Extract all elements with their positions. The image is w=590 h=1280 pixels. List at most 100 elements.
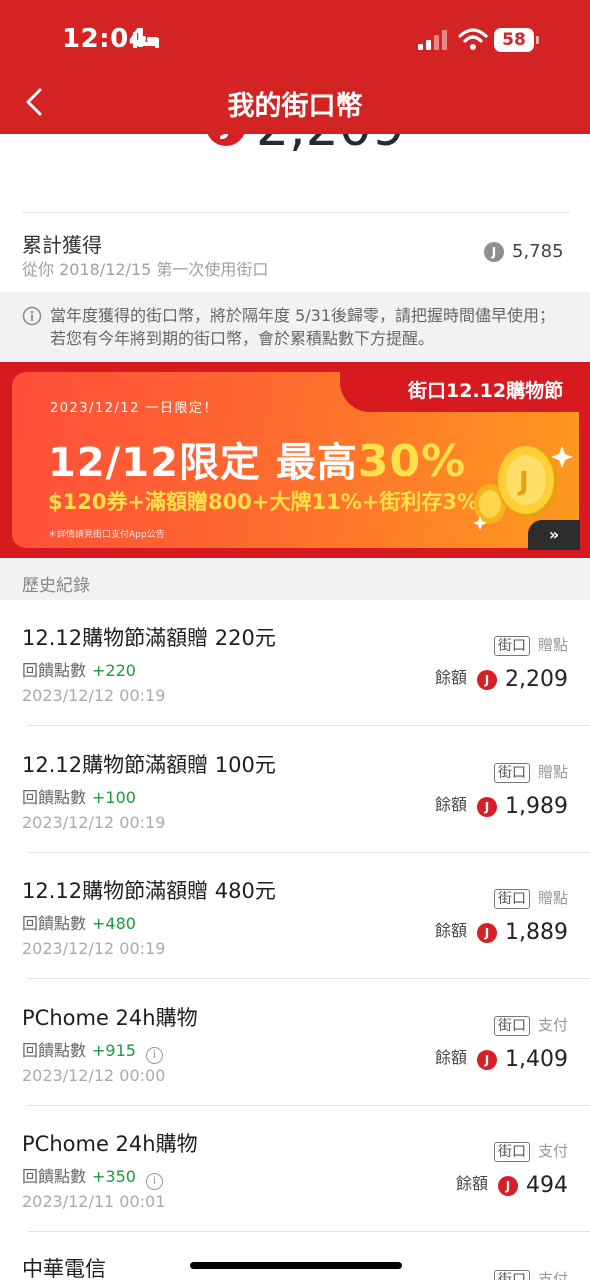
record-type: 贈點 xyxy=(537,889,568,907)
record-title: 中華電信 xyxy=(22,1257,106,1280)
promo-subtitle: $120券+滿額贈800+大牌11%+街利存3% xyxy=(48,490,478,514)
record-balance-label: 餘額 xyxy=(435,794,468,814)
info-icon[interactable]: i xyxy=(145,1046,163,1064)
record-tags: 街口 支付 xyxy=(493,1014,568,1036)
info-icon[interactable]: i xyxy=(145,1173,163,1190)
record-meta-label: 回饋點數 xyxy=(22,1040,87,1060)
history-record[interactable]: PChome 24h購物回饋點數 +915 i 2023/12/12 00:00 街口支… xyxy=(0,980,590,1106)
record-type: 贈點 xyxy=(537,762,568,781)
accumulated-since: 從你 2018/12/15 第一次使用街口 xyxy=(22,260,269,279)
record-meta: 回饋點數 +100 xyxy=(22,784,136,808)
record-balance: 餘額 J 2,209 xyxy=(435,664,568,692)
record-meta-label: 回饋點數 xyxy=(22,1167,87,1186)
signal-icon xyxy=(418,30,447,50)
record-tag: 街口 xyxy=(493,1142,530,1162)
record-meta-label: 回饋點數 xyxy=(22,661,87,680)
record-balance-value: 2,209 xyxy=(505,667,568,692)
balance-value: 2,209 xyxy=(256,134,405,158)
record-balance-value: 494 xyxy=(526,1173,568,1198)
battery-level: 58 xyxy=(494,28,534,52)
record-date: 2023/12/12 00:19 xyxy=(22,812,166,832)
battery-icon: 58 xyxy=(494,28,540,52)
promo-headline: 12/12限定 最高30% xyxy=(48,436,467,487)
record-balance: 餘額 J 494 xyxy=(456,1170,568,1198)
record-date: 2023/12/12 00:00 xyxy=(22,1065,166,1085)
record-tags: 街口 支付 xyxy=(493,1268,568,1280)
record-date: 2023/12/11 00:01 xyxy=(22,1192,166,1211)
coin-icon: J xyxy=(477,923,498,943)
coin-icon: J xyxy=(206,134,246,146)
history-title: 歷史紀錄 xyxy=(22,576,90,596)
record-tags: 街口 贈點 xyxy=(493,887,568,909)
record-meta-label: 回饋點數 xyxy=(22,787,87,807)
record-balance: 餘額 J 1,889 xyxy=(435,917,568,945)
record-amount: +480 xyxy=(92,914,136,933)
record-meta-label: 回饋點數 xyxy=(22,914,87,933)
record-balance: 餘額 J 1,409 xyxy=(435,1044,568,1072)
record-title: PChome 24h購物 xyxy=(22,1132,198,1156)
accumulated-value: 5,785 xyxy=(512,241,564,262)
record-balance-label: 餘額 xyxy=(435,1047,468,1067)
record-tags: 街口 支付 xyxy=(493,1140,568,1162)
divider xyxy=(22,212,570,213)
record-tags: 街口 贈點 xyxy=(493,634,568,656)
record-meta: 回饋點數 +480 xyxy=(22,910,136,934)
record-amount: +915 xyxy=(92,1040,136,1060)
record-type: 支付 xyxy=(537,1142,568,1160)
record-balance-value: 1,989 xyxy=(505,793,568,819)
record-tag: 街口 xyxy=(493,1015,530,1036)
record-title: PChome 24h購物 xyxy=(22,1005,198,1030)
record-amount: +350 xyxy=(92,1167,136,1186)
history-header: 歷史紀錄 xyxy=(0,558,590,600)
record-balance-label: 餘額 xyxy=(435,668,468,687)
history-record[interactable]: PChome 24h購物回饋點數 +350 i 2023/12/11 00:01 街口支… xyxy=(0,1106,590,1232)
record-title: 12.12購物節滿額贈 100元 xyxy=(22,752,276,777)
record-balance: 餘額 J 1,989 xyxy=(435,791,568,819)
coin-icon: J xyxy=(477,796,498,817)
record-type: 贈點 xyxy=(537,636,568,654)
record-title: 12.12購物節滿額贈 480元 xyxy=(22,879,276,903)
divider xyxy=(28,1231,590,1232)
history-record[interactable]: 12.12購物節滿額贈 100元 回饋點數 +100 2023/12/12 00:19… xyxy=(0,727,590,853)
wifi-icon xyxy=(458,28,488,50)
record-balance-label: 餘額 xyxy=(435,921,468,940)
bed-icon xyxy=(133,32,159,48)
record-amount: +220 xyxy=(92,661,136,680)
expiry-notice: 當年度獲得的街口幣，將於隔年度 5/31後歸零，請把握時間儘早使用；若您有今年將… xyxy=(0,292,590,362)
record-type: 支付 xyxy=(537,1015,568,1034)
history-record[interactable]: 12.12購物節滿額贈 480元回饋點數 +480 2023/12/12 00:19… xyxy=(0,853,590,979)
page-title: 我的街口幣 xyxy=(227,91,363,122)
record-balance-label: 餘額 xyxy=(455,1174,488,1193)
home-indicator xyxy=(190,1262,402,1269)
promo-event-name: 街口12.12購物節 xyxy=(408,380,564,402)
record-balance-value: 1,889 xyxy=(505,920,568,945)
notice-text: 當年度獲得的街口幣，將於隔年度 5/31後歸零，請把握時間儘早使用；若您有今年將… xyxy=(50,306,556,348)
promo-note: ＊詳情請見街口支付App公告 xyxy=(48,530,165,540)
coin-icon: J xyxy=(484,242,504,262)
record-amount: +100 xyxy=(92,787,136,807)
record-balance-value: 1,409 xyxy=(505,1046,568,1072)
promo-more-button[interactable]: » xyxy=(528,520,580,550)
record-title: 12.12購物節滿額贈 220元 xyxy=(22,626,276,650)
balance-section: J 2,209 xyxy=(0,134,590,194)
accumulated-label: 累計獲得 xyxy=(22,233,102,257)
record-tag: 街口 xyxy=(493,636,530,656)
record-meta: 回饋點數 +915 i xyxy=(22,1037,163,1064)
svg-text:J: J xyxy=(517,467,529,497)
record-tags: 街口 贈點 xyxy=(493,761,568,783)
record-date: 2023/12/12 00:19 xyxy=(22,939,166,958)
record-tag: 街口 xyxy=(493,889,530,909)
history-record[interactable]: 12.12購物節滿額贈 220元回饋點數 +220 2023/12/12 00:19… xyxy=(0,600,590,726)
top-bar: 12:04 58 我的街口幣 xyxy=(0,0,590,134)
coin-icon: J xyxy=(477,670,498,690)
promo-date: 2023/12/12 一日限定！ xyxy=(50,401,219,416)
coin-icon: J xyxy=(477,1049,498,1070)
record-type: 支付 xyxy=(537,1270,568,1280)
record-meta: 回饋點數 +350 i xyxy=(22,1163,163,1190)
record-date: 2023/12/12 00:19 xyxy=(22,686,166,705)
record-tag: 街口 xyxy=(493,1270,530,1280)
promo-banner[interactable]: 2023/12/12 一日限定！ 12/12限定 最高30% $120券+滿額贈… xyxy=(0,362,590,558)
record-meta: 回饋點數 +220 xyxy=(22,657,136,681)
record-tag: 街口 xyxy=(493,762,530,783)
info-icon xyxy=(22,306,42,326)
